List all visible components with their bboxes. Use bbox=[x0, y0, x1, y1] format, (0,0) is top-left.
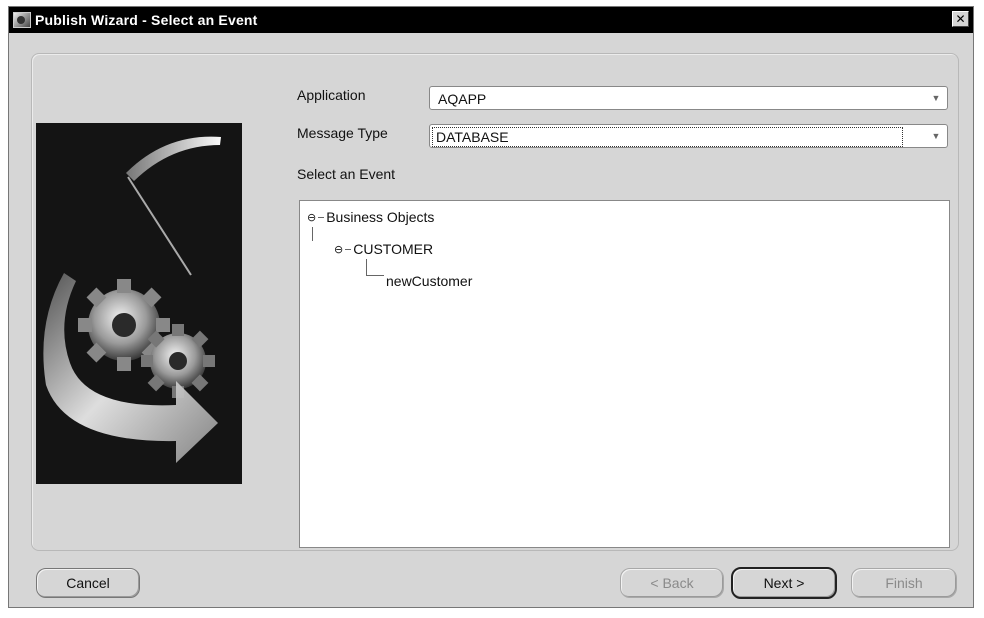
back-button[interactable]: < Back bbox=[620, 568, 724, 598]
tree-connector bbox=[345, 248, 352, 250]
close-icon: ✕ bbox=[955, 12, 966, 26]
application-label: Application bbox=[297, 87, 366, 103]
collapse-icon[interactable]: ⊖ bbox=[334, 243, 343, 256]
tree-node-customer[interactable]: ⊖ CUSTOMER bbox=[334, 241, 433, 257]
cancel-button[interactable]: Cancel bbox=[36, 568, 140, 598]
title-bar: Publish Wizard - Select an Event ✕ bbox=[9, 7, 973, 33]
collapse-icon[interactable]: ⊖ bbox=[307, 211, 316, 224]
chevron-down-icon: ▼ bbox=[931, 131, 941, 141]
tree-node-label: CUSTOMER bbox=[353, 241, 434, 257]
tree-connector bbox=[366, 259, 367, 275]
tree-node-label: Business Objects bbox=[326, 209, 435, 225]
next-button[interactable]: Next > bbox=[731, 567, 837, 599]
window-title: Publish Wizard - Select an Event bbox=[35, 12, 258, 28]
message-type-label: Message Type bbox=[297, 125, 388, 141]
publish-wizard-window: Publish Wizard - Select an Event ✕ Appli… bbox=[8, 6, 974, 608]
tree-connector bbox=[366, 275, 384, 276]
tree-connector bbox=[318, 216, 325, 218]
finish-button[interactable]: Finish bbox=[851, 568, 957, 598]
message-type-select-value: DATABASE bbox=[432, 127, 903, 147]
app-icon bbox=[13, 12, 31, 28]
application-select[interactable]: AQAPP ▼ bbox=[429, 86, 948, 110]
wizard-graphic bbox=[36, 123, 242, 484]
application-select-value: AQAPP bbox=[438, 91, 487, 107]
message-type-select[interactable]: DATABASE ▼ bbox=[429, 124, 948, 148]
tree-node-business-objects[interactable]: ⊖ Business Objects bbox=[307, 209, 434, 225]
select-event-label: Select an Event bbox=[297, 166, 396, 182]
chevron-down-icon: ▼ bbox=[931, 93, 941, 103]
event-tree[interactable]: ⊖ Business Objects ⊖ CUSTOMER newCustome… bbox=[299, 200, 950, 548]
tree-connector bbox=[312, 227, 313, 241]
tree-node-new-customer[interactable]: newCustomer bbox=[386, 273, 472, 289]
close-button[interactable]: ✕ bbox=[952, 11, 969, 27]
gears-arrow-illustration bbox=[36, 123, 242, 484]
tree-node-label: newCustomer bbox=[386, 273, 473, 289]
